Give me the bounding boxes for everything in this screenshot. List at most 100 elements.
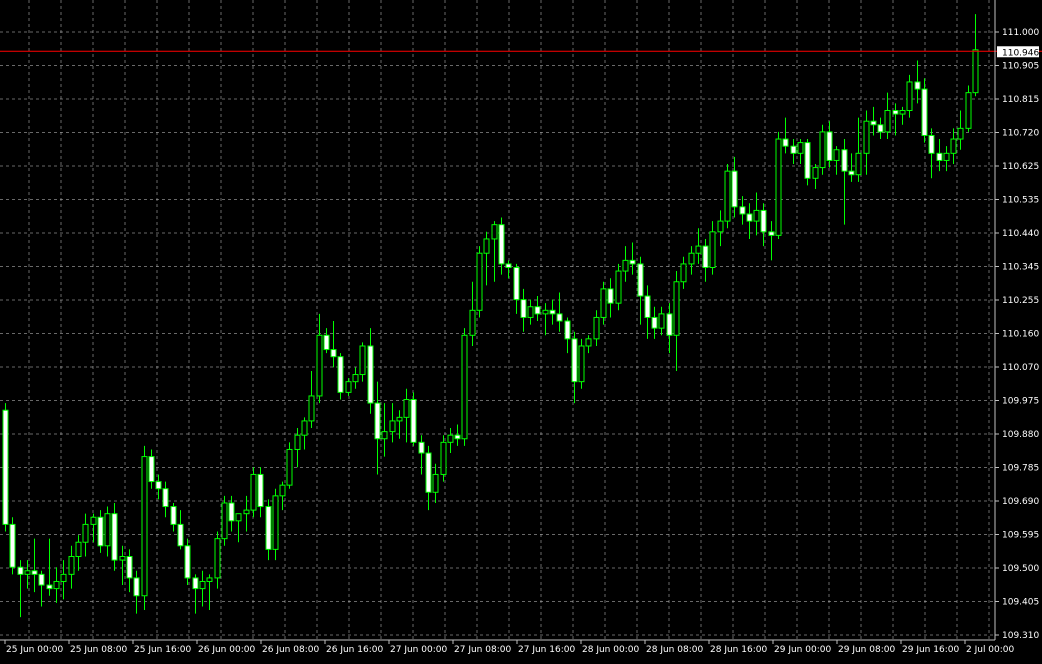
y-tick-label: 110.255 <box>1002 296 1039 306</box>
candle-body <box>141 456 148 597</box>
candle-body <box>250 473 257 511</box>
x-tick-label: 29 Jun 16:00 <box>902 645 959 655</box>
candle-body <box>111 513 118 561</box>
candle-body <box>578 345 585 383</box>
candle-body <box>717 220 724 233</box>
candle <box>775 131 782 239</box>
candle-body <box>199 580 206 590</box>
candle <box>410 392 417 446</box>
candle-body <box>425 452 432 493</box>
candle <box>184 538 191 586</box>
candle-body <box>177 523 184 547</box>
x-tick-label: 29 Jun 08:00 <box>838 645 895 655</box>
candle-body <box>104 513 111 547</box>
candle-body <box>2 409 9 525</box>
candle-body <box>90 516 97 525</box>
candle-body <box>534 306 541 315</box>
x-tick-label: 26 Jun 16:00 <box>326 645 383 655</box>
candle-body <box>418 441 425 454</box>
candle-body <box>855 152 862 176</box>
candle-body <box>768 231 775 236</box>
candle-body <box>148 456 155 483</box>
candle-body <box>607 288 614 304</box>
x-tick-label: 28 Jun 16:00 <box>710 645 767 655</box>
chart-svg: 111.000 110.905 110.815 110.720 110.625 110.5… <box>0 0 1042 660</box>
x-tick-label: 29 Jun 00:00 <box>774 645 831 655</box>
candle-body <box>476 252 483 311</box>
candle-body <box>513 266 520 301</box>
candle-body <box>60 573 67 582</box>
candle-body <box>126 556 133 579</box>
candle-body <box>461 334 468 440</box>
candle <box>272 488 279 561</box>
candle <box>461 328 468 446</box>
candlestick-chart: 111.000 110.905 110.815 110.720 110.625 110.5… <box>0 0 1042 660</box>
candle-body <box>644 295 651 318</box>
candle <box>615 263 622 311</box>
candle-body <box>629 259 636 265</box>
candle-body <box>564 320 571 340</box>
candle-body <box>505 263 512 268</box>
candle-body <box>308 395 315 422</box>
candle-body <box>819 131 826 169</box>
y-tick-label: 109.690 <box>1002 497 1039 507</box>
x-tick-label: 26 Jun 00:00 <box>198 645 255 655</box>
candle-body <box>593 316 600 340</box>
candle-body <box>695 245 702 254</box>
candle <box>476 246 483 318</box>
x-tick-label: 27 Jun 00:00 <box>390 645 447 655</box>
candle <box>724 164 731 229</box>
candle-body <box>899 109 906 115</box>
candle-body <box>403 399 410 418</box>
candle-body <box>928 134 935 154</box>
candle-body <box>235 513 242 522</box>
candle-body <box>724 170 731 222</box>
candle-body <box>950 138 957 154</box>
candle-body <box>549 309 556 315</box>
x-tick-label: 27 Jun 16:00 <box>518 645 575 655</box>
candle-body <box>658 313 665 329</box>
y-tick-label: 110.905 <box>1002 62 1039 72</box>
x-tick-label: 27 Jun 08:00 <box>454 645 511 655</box>
candle-body <box>957 127 964 140</box>
candle <box>578 338 585 389</box>
candle-body <box>739 206 746 215</box>
x-tick-label: 25 Jun 08:00 <box>70 645 127 655</box>
candle-body <box>119 556 126 561</box>
candle-body <box>221 502 228 540</box>
candle <box>141 445 148 611</box>
x-tick-label: 28 Jun 00:00 <box>582 645 639 655</box>
candle-body <box>833 149 840 161</box>
candle-body <box>31 570 38 575</box>
candle-body <box>943 152 950 161</box>
candle-body <box>972 49 979 94</box>
y-tick-label: 110.160 <box>1002 330 1039 340</box>
candle-body <box>797 142 804 154</box>
y-tick-label: 109.880 <box>1002 430 1039 440</box>
candle-body <box>571 338 578 383</box>
y-tick-label: 110.815 <box>1002 95 1039 105</box>
candle-body <box>848 170 855 176</box>
candle-body <box>483 238 490 254</box>
candle-body <box>410 399 417 443</box>
candle-body <box>666 313 673 336</box>
candle-body <box>265 506 272 550</box>
candle-body <box>688 252 695 265</box>
y-tick-label: 109.500 <box>1002 564 1039 574</box>
y-tick-label: 111.000 <box>1002 28 1039 38</box>
candle-body <box>965 92 972 129</box>
candle-body <box>323 334 330 351</box>
candle-body <box>389 420 396 433</box>
y-tick-label: 109.595 <box>1002 531 1039 541</box>
candle-body <box>272 495 279 550</box>
candle-body <box>97 516 104 547</box>
candle-body <box>782 138 789 147</box>
x-tick-label: 28 Jun 08:00 <box>646 645 703 655</box>
candle <box>286 442 293 489</box>
candle-body <box>440 441 447 475</box>
candle-body <box>286 448 293 486</box>
candle-body <box>38 573 45 586</box>
y-tick-label: 110.535 <box>1002 196 1039 206</box>
candle-body <box>870 120 877 126</box>
candle-body <box>46 584 53 590</box>
